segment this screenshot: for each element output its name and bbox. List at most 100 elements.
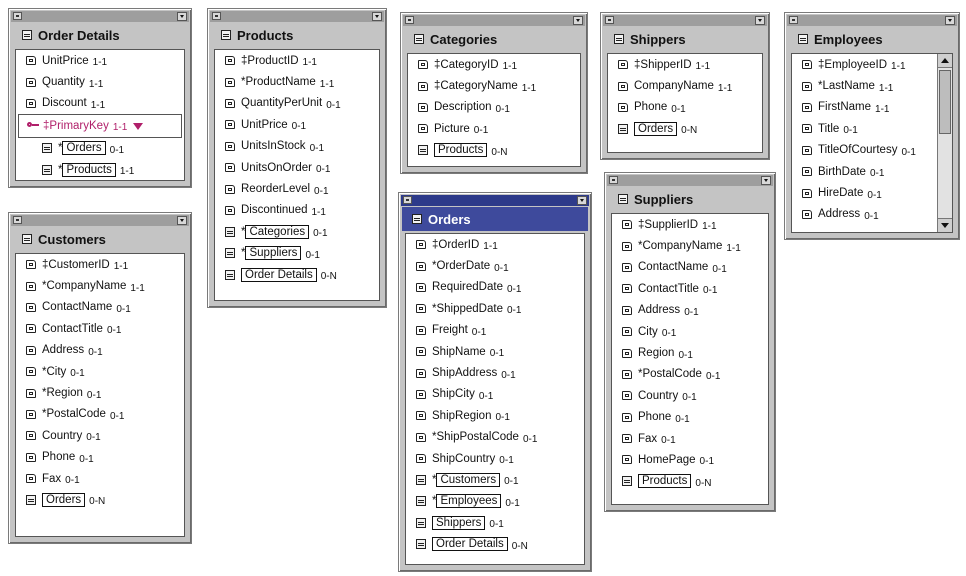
- attribute-row[interactable]: *PostalCode 0-1: [612, 364, 768, 385]
- attribute-row[interactable]: HireDate 0-1: [792, 182, 952, 203]
- categories-titlebar[interactable]: [403, 15, 585, 26]
- reference-row[interactable]: Order Details 0-N: [406, 533, 584, 554]
- attribute-row[interactable]: Phone 0-1: [16, 447, 184, 468]
- attribute-row[interactable]: QuantityPerUnit 0-1: [215, 93, 379, 114]
- reference-row[interactable]: * Employees 0-1: [406, 491, 584, 512]
- reference-row[interactable]: Products 0-N: [408, 140, 580, 161]
- dropdown-icon[interactable]: [372, 12, 382, 21]
- categories-window[interactable]: Categories ‡CategoryID 1-1 ‡CategoryName 1…: [400, 12, 588, 174]
- system-menu-icon[interactable]: [403, 196, 412, 204]
- attribute-row[interactable]: *OrderDate 0-1: [406, 255, 584, 276]
- vertical-scrollbar[interactable]: [937, 54, 952, 232]
- dropdown-icon[interactable]: [761, 176, 771, 185]
- system-menu-icon[interactable]: [405, 16, 414, 24]
- attribute-row[interactable]: Phone 0-1: [608, 97, 762, 118]
- customers-window[interactable]: Customers ‡CustomerID 1-1 *CompanyName 1-1…: [8, 212, 192, 544]
- attribute-row[interactable]: *ProductName 1-1: [215, 71, 379, 92]
- dropdown-icon[interactable]: [177, 12, 187, 21]
- attribute-row[interactable]: Address 0-1: [612, 300, 768, 321]
- reference-name[interactable]: Products: [434, 143, 488, 158]
- attribute-row[interactable]: ShipCountry 0-1: [406, 448, 584, 469]
- dropdown-icon[interactable]: [577, 196, 587, 205]
- system-menu-icon[interactable]: [789, 16, 798, 24]
- attribute-row[interactable]: Picture 0-1: [408, 118, 580, 139]
- attribute-row[interactable]: ‡CustomerID 1-1: [16, 254, 184, 275]
- attribute-row[interactable]: ContactTitle 0-1: [16, 318, 184, 339]
- orders-titlebar[interactable]: [401, 195, 589, 206]
- reference-name[interactable]: Categories: [245, 224, 310, 239]
- shippers-titlebar[interactable]: [603, 15, 767, 26]
- attribute-row[interactable]: *Region 0-1: [16, 382, 184, 403]
- attribute-row[interactable]: Description 0-1: [408, 97, 580, 118]
- reference-row[interactable]: * Products 1-1: [16, 159, 184, 180]
- collapse-triangle-icon[interactable]: [133, 123, 144, 131]
- suppliers-titlebar[interactable]: [607, 175, 773, 186]
- attribute-row[interactable]: ShipAddress 0-1: [406, 362, 584, 383]
- orders-window[interactable]: Orders ‡OrderID 1-1 *OrderDate 0-1 Require…: [398, 192, 592, 572]
- order-details-window[interactable]: Order Details UnitPrice 1-1 Quantity 1-1 D…: [8, 8, 192, 188]
- attribute-row[interactable]: UnitPrice 0-1: [215, 114, 379, 135]
- attribute-row[interactable]: ‡CategoryName 1-1: [408, 75, 580, 96]
- attribute-row[interactable]: ShipName 0-1: [406, 341, 584, 362]
- reference-name[interactable]: Customers: [436, 472, 501, 487]
- employees-titlebar[interactable]: [787, 15, 957, 26]
- attribute-row[interactable]: ‡ProductID 1-1: [215, 50, 379, 71]
- attribute-row[interactable]: ContactName 0-1: [16, 297, 184, 318]
- system-menu-icon[interactable]: [609, 176, 618, 184]
- customers-titlebar[interactable]: [11, 215, 189, 226]
- system-menu-icon[interactable]: [605, 16, 614, 24]
- attribute-row[interactable]: Address 0-1: [792, 204, 952, 225]
- attribute-row[interactable]: City 0-1: [612, 321, 768, 342]
- attribute-row[interactable]: Address 0-1: [16, 340, 184, 361]
- attribute-row[interactable]: Title 0-1: [792, 118, 952, 139]
- attribute-row[interactable]: Country 0-1: [612, 385, 768, 406]
- reference-row[interactable]: * Categories 0-1: [215, 221, 379, 242]
- reference-name[interactable]: Shippers: [432, 515, 486, 530]
- reference-row[interactable]: * Orders 0-1: [16, 138, 184, 159]
- primary-key-row[interactable]: ‡PrimaryKey 1-1: [18, 114, 182, 138]
- suppliers-window[interactable]: Suppliers ‡SupplierID 1-1 *CompanyName 1-1…: [604, 172, 776, 512]
- reference-row[interactable]: Orders 0-N: [16, 489, 184, 510]
- shippers-window[interactable]: Shippers ‡ShipperID 1-1 CompanyName 1-1 Ph…: [600, 12, 770, 160]
- attribute-row[interactable]: UnitsInStock 0-1: [215, 136, 379, 157]
- reference-name[interactable]: Orders: [62, 141, 106, 156]
- attribute-row[interactable]: Discount 1-1: [16, 93, 184, 114]
- system-menu-icon[interactable]: [212, 12, 221, 20]
- attribute-row[interactable]: UnitPrice 1-1: [16, 50, 184, 71]
- attribute-row[interactable]: Country 0-1: [16, 425, 184, 446]
- attribute-row[interactable]: TitleOfCourtesy 0-1: [792, 140, 952, 161]
- attribute-row[interactable]: ShipRegion 0-1: [406, 405, 584, 426]
- attribute-row[interactable]: BirthDate 0-1: [792, 161, 952, 182]
- dropdown-icon[interactable]: [755, 16, 765, 25]
- attribute-row[interactable]: *ShipPostalCode 0-1: [406, 427, 584, 448]
- attribute-row[interactable]: RequiredDate 0-1: [406, 277, 584, 298]
- attribute-row[interactable]: ContactName 0-1: [612, 257, 768, 278]
- attribute-row[interactable]: Quantity 1-1: [16, 71, 184, 92]
- attribute-row[interactable]: *City 0-1: [16, 361, 184, 382]
- dropdown-icon[interactable]: [573, 16, 583, 25]
- reference-row[interactable]: Products 0-N: [612, 471, 768, 492]
- order-details-titlebar[interactable]: [11, 11, 189, 22]
- scroll-up-icon[interactable]: [938, 54, 952, 68]
- system-menu-icon[interactable]: [13, 12, 22, 20]
- employees-window[interactable]: Employees ‡EmployeeID 1-1 *LastName 1-1 Fi…: [784, 12, 960, 240]
- reference-name[interactable]: Products: [638, 474, 692, 489]
- attribute-row[interactable]: *ShippedDate 0-1: [406, 298, 584, 319]
- reference-name[interactable]: Orders: [42, 492, 86, 507]
- attribute-row[interactable]: FirstName 1-1: [792, 97, 952, 118]
- attribute-row[interactable]: CompanyName 1-1: [608, 75, 762, 96]
- reference-row[interactable]: * Customers 0-1: [406, 469, 584, 490]
- reference-name[interactable]: Suppliers: [245, 246, 302, 261]
- dropdown-icon[interactable]: [945, 16, 955, 25]
- reference-name[interactable]: Order Details: [241, 267, 317, 282]
- attribute-row[interactable]: *CompanyName 1-1: [612, 235, 768, 256]
- attribute-row[interactable]: ‡CategoryID 1-1: [408, 54, 580, 75]
- reference-row[interactable]: Orders 0-N: [608, 118, 762, 139]
- reference-row[interactable]: Order Details 0-N: [215, 264, 379, 285]
- scroll-thumb[interactable]: [939, 70, 951, 134]
- reference-name[interactable]: Order Details: [432, 537, 508, 552]
- attribute-row[interactable]: *PostalCode 0-1: [16, 404, 184, 425]
- products-titlebar[interactable]: [210, 11, 384, 22]
- attribute-row[interactable]: ReorderLevel 0-1: [215, 178, 379, 199]
- scroll-down-icon[interactable]: [938, 218, 952, 232]
